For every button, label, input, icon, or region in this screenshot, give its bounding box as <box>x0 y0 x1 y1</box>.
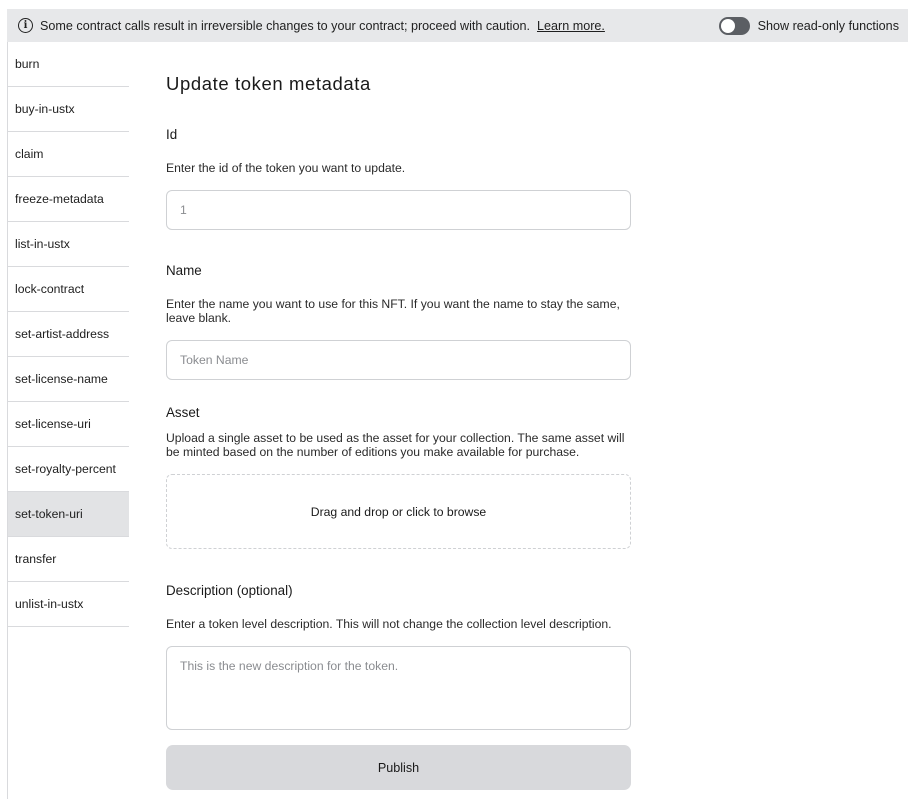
id-input[interactable] <box>166 190 631 230</box>
sidebar-item-label: claim <box>15 147 44 161</box>
sidebar-item-label: set-artist-address <box>15 327 110 341</box>
description-help-text: Enter a token level description. This wi… <box>166 617 612 631</box>
sidebar-item-label: set-license-uri <box>15 417 91 431</box>
sidebar-item-label: set-token-uri <box>15 507 83 521</box>
sidebar-item-claim[interactable]: claim <box>8 132 129 177</box>
sidebar-item-label: freeze-metadata <box>15 192 104 206</box>
learn-more-link[interactable]: Learn more. <box>537 19 605 33</box>
sidebar-item-label: set-royalty-percent <box>15 462 116 476</box>
sidebar-item-set-license-name[interactable]: set-license-name <box>8 357 129 402</box>
sidebar-item-set-royalty-percent[interactable]: set-royalty-percent <box>8 447 129 492</box>
sidebar-item-label: transfer <box>15 552 57 566</box>
asset-label: Asset <box>166 405 200 420</box>
sidebar-item-label: list-in-ustx <box>15 237 70 251</box>
description-textarea[interactable] <box>166 646 631 730</box>
sidebar-item-set-token-uri[interactable]: set-token-uri <box>8 492 129 537</box>
read-only-toggle[interactable] <box>718 16 750 35</box>
description-label: Description (optional) <box>166 583 293 598</box>
asset-help-text: Upload a single asset to be used as the … <box>166 431 625 459</box>
sidebar-item-unlist-in-ustx[interactable]: unlist-in-ustx <box>8 582 129 627</box>
sidebar-item-label: unlist-in-ustx <box>15 597 84 611</box>
publish-button[interactable]: Publish <box>166 745 631 790</box>
warning-banner: i Some contract calls result in irrevers… <box>7 9 908 42</box>
id-label: Id <box>166 127 178 142</box>
sidebar-item-label: buy-in-ustx <box>15 102 75 116</box>
sidebar-item-buy-in-ustx[interactable]: buy-in-ustx <box>8 87 129 132</box>
sidebar-item-burn[interactable]: burn <box>8 42 129 87</box>
function-sidebar: burn buy-in-ustx claim freeze-metadata list-… <box>8 42 129 627</box>
sidebar-item-transfer[interactable]: transfer <box>8 537 129 582</box>
name-input[interactable] <box>166 340 631 380</box>
toggle-knob <box>720 18 735 33</box>
sidebar-item-label: burn <box>15 57 40 71</box>
page-title: Update token metadata <box>166 73 371 94</box>
dropzone-text: Drag and drop or click to browse <box>310 504 487 519</box>
sidebar-item-set-artist-address[interactable]: set-artist-address <box>8 312 129 357</box>
id-help-text: Enter the id of the token you want to up… <box>166 161 406 175</box>
name-help-text: Enter the name you want to use for this … <box>166 297 620 325</box>
sidebar-item-label: set-license-name <box>15 372 108 386</box>
sidebar-item-lock-contract[interactable]: lock-contract <box>8 267 129 312</box>
sidebar-item-label: lock-contract <box>15 282 85 296</box>
contract-call-page: i Some contract calls result in irrevers… <box>0 0 915 799</box>
name-label: Name <box>166 263 202 278</box>
sidebar-item-freeze-metadata[interactable]: freeze-metadata <box>8 177 129 222</box>
asset-dropzone[interactable]: Drag and drop or click to browse <box>166 474 631 549</box>
sidebar-item-set-license-uri[interactable]: set-license-uri <box>8 402 129 447</box>
sidebar-item-list-in-ustx[interactable]: list-in-ustx <box>8 222 129 267</box>
warning-message: Some contract calls result in irreversib… <box>40 18 530 33</box>
read-only-toggle-label: Show read-only functions <box>757 18 899 33</box>
info-icon: i <box>18 18 33 33</box>
